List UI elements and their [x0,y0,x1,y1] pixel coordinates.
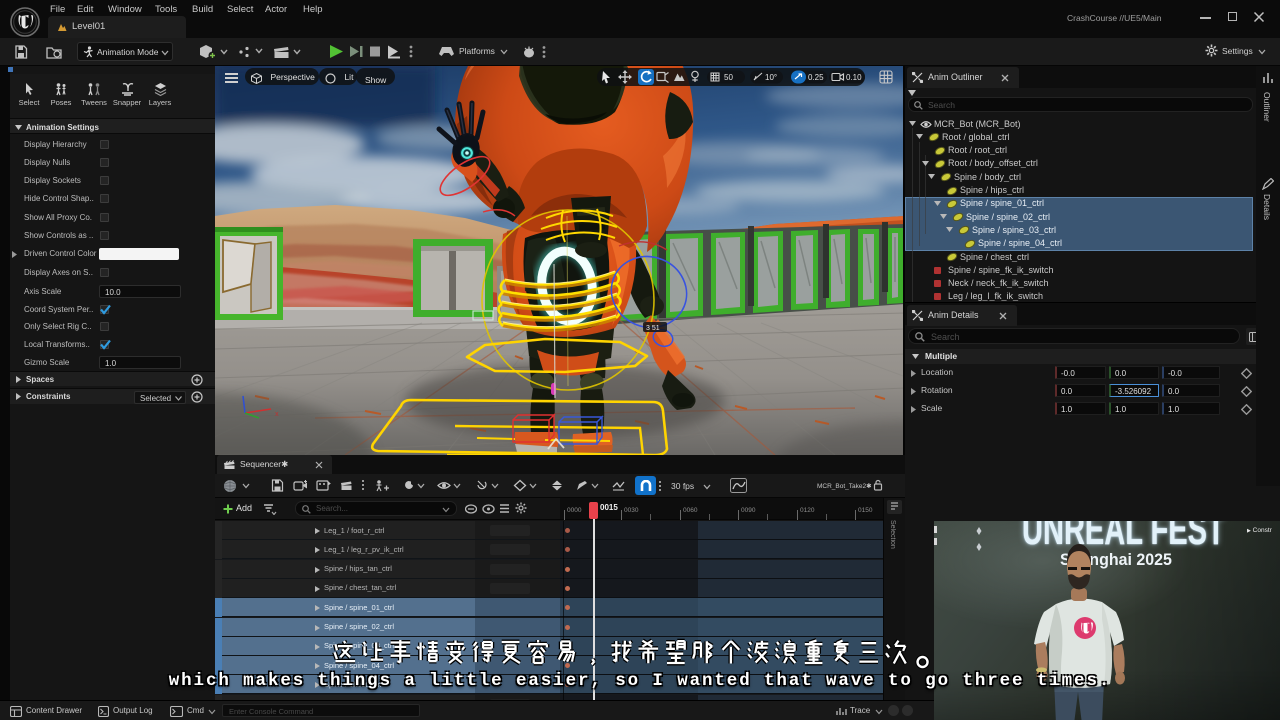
svg-text:10°: 10° [765,73,777,82]
svg-text:3 51: 3 51 [646,325,660,332]
svg-text:0.25: 0.25 [808,73,824,82]
svg-text:0.10: 0.10 [846,73,862,82]
svg-text:50: 50 [724,73,733,82]
svg-text:x: x [275,411,279,418]
